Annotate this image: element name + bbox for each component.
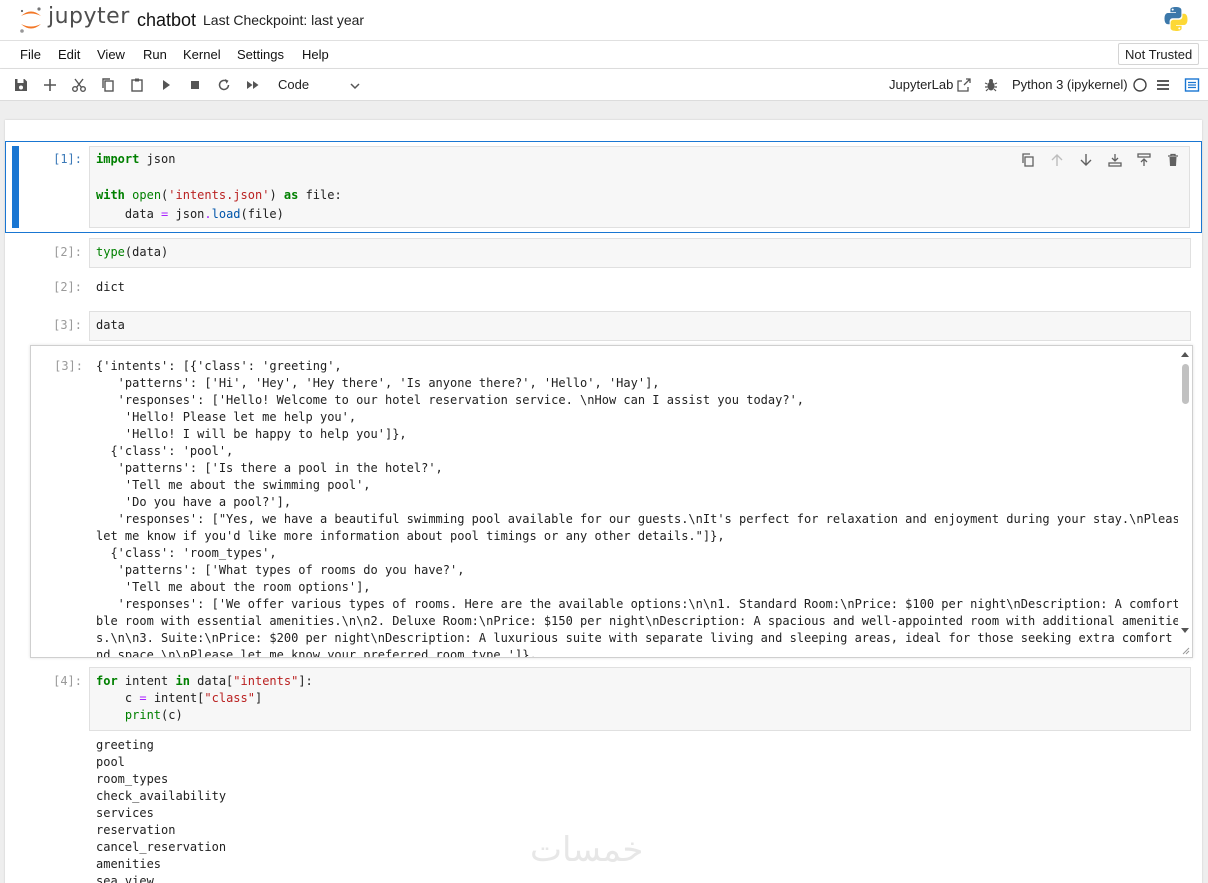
code-line: import json	[96, 152, 176, 166]
menu-bar: File Edit View Run Kernel Settings Help …	[0, 41, 1208, 69]
bug-debugger-icon[interactable]	[982, 76, 1000, 94]
scrolled-output-area[interactable]: [3]: {'intents': [{'class': 'greeting', …	[30, 345, 1193, 658]
add-cell-icon[interactable]	[41, 76, 59, 94]
jupyter-logo-icon[interactable]	[18, 5, 44, 35]
output-line: 'responses': ['Hello! Welcome to our hot…	[96, 393, 805, 407]
code-line: data	[96, 318, 125, 332]
output-line: 'responses': ['We offer various types of…	[96, 597, 1187, 611]
kernel-name[interactable]: Python 3 (ipykernel)	[1012, 77, 1128, 92]
print-output-text: greeting pool room_types check_availability…	[96, 737, 226, 883]
output-prompt: [3]:	[54, 359, 83, 373]
scroll-thumb[interactable]	[1182, 364, 1189, 404]
code-line: for intent in data["intents"]:	[96, 674, 313, 688]
output-line: cancel_reservation	[96, 840, 227, 854]
code-line: print(c)	[124, 708, 183, 722]
output-line: 'responses': ["Yes, we have a beautiful …	[96, 512, 1187, 526]
output-line: nd space.\n\nPlease let me know your pre…	[96, 648, 537, 658]
output-line: services	[96, 806, 154, 820]
output-line: 'Do you have a pool?'],	[96, 495, 292, 509]
input-prompt: [3]:	[53, 318, 82, 332]
notebook-title[interactable]: chatbot	[137, 10, 196, 31]
notebook-toolbar: Code JupyterLab Python 3 (ipykernel)	[0, 69, 1208, 101]
save-icon[interactable]	[12, 76, 30, 94]
insert-above-icon[interactable]	[1107, 152, 1123, 168]
restart-icon[interactable]	[215, 76, 233, 94]
code-line: with open('intents.json') as file:	[96, 188, 342, 202]
menu-run[interactable]: Run	[143, 47, 167, 62]
move-down-icon[interactable]	[1078, 152, 1094, 168]
output-line: ble room with essential amenities.\n\n2.…	[96, 614, 1180, 628]
output-line: pool	[96, 755, 125, 769]
menu-help[interactable]: Help	[302, 47, 329, 62]
cell-type-select[interactable]: Code	[278, 77, 309, 92]
input-prompt: [2]:	[53, 245, 82, 259]
resize-handle-icon[interactable]	[1181, 646, 1190, 655]
jupyter-logo-text: jupyter	[48, 4, 130, 29]
input-prompt: [4]:	[53, 674, 82, 688]
output-line: 'patterns': ['Hi', 'Hey', 'Hey there', '…	[96, 376, 660, 390]
menu-edit[interactable]: Edit	[58, 47, 80, 62]
kernel-status-icon	[1131, 76, 1149, 94]
checkpoint-status: Last Checkpoint: last year	[203, 12, 365, 28]
menu-kernel[interactable]: Kernel	[183, 47, 221, 62]
output-scrollbar[interactable]	[1178, 346, 1192, 657]
watermark-logo: خمسات	[530, 830, 644, 870]
code-cell-input[interactable]	[89, 311, 1191, 341]
output-line: {'intents': [{'class': 'greeting',	[96, 359, 342, 373]
output-line: s.\n\n3. Suite:\nPrice: $200 per night\n…	[96, 631, 1187, 645]
code-line: data = json.load(file)	[96, 207, 284, 221]
output-line: greeting	[96, 738, 154, 752]
menu-settings[interactable]: Settings	[237, 47, 284, 62]
copy-icon[interactable]	[99, 76, 117, 94]
output-prompt: [2]:	[53, 280, 82, 294]
output-line: amenities	[96, 857, 162, 871]
output-line: 'Hello! I will be happy to help you']},	[96, 427, 407, 441]
paste-icon[interactable]	[128, 76, 146, 94]
output-line: 'patterns': ['What types of rooms do you…	[96, 563, 465, 577]
output-line: {'class': 'pool',	[96, 444, 234, 458]
output-line: reservation	[96, 823, 176, 837]
chevron-down-icon[interactable]	[349, 79, 361, 91]
code-line: type(data)	[96, 245, 169, 259]
trust-status-button[interactable]: Not Trusted	[1118, 43, 1200, 65]
active-cell-indicator[interactable]	[12, 146, 19, 228]
menu-lines-icon[interactable]	[1154, 76, 1172, 94]
insert-below-icon[interactable]	[1136, 152, 1152, 168]
code-line: c = intent["class"]	[96, 691, 263, 705]
cell-toolbar	[1020, 152, 1185, 170]
output-line: 'Tell me about the room options'],	[96, 580, 371, 594]
cell-output: dict	[96, 280, 125, 294]
menu-file[interactable]: File	[20, 47, 41, 62]
scroll-down-icon[interactable]	[1180, 627, 1190, 635]
run-icon[interactable]	[157, 76, 175, 94]
python-logo-icon	[1163, 6, 1189, 32]
delete-cell-icon[interactable]	[1165, 152, 1181, 168]
jupyterlab-link[interactable]: JupyterLab	[889, 77, 953, 92]
output-line: room_types	[96, 772, 169, 786]
output-line: check_availability	[96, 789, 227, 803]
external-link-icon[interactable]	[955, 76, 973, 94]
code-cell-input[interactable]	[89, 238, 1191, 268]
fast-forward-icon[interactable]	[244, 76, 262, 94]
dict-output-text: {'intents': [{'class': 'greeting', 'patt…	[96, 358, 1187, 658]
stop-icon[interactable]	[186, 76, 204, 94]
input-prompt: [1]:	[53, 152, 82, 166]
output-line: let me know if you'd like more informati…	[96, 529, 725, 543]
output-line: 'Tell me about the swimming pool',	[96, 478, 371, 492]
menu-view[interactable]: View	[97, 47, 125, 62]
output-line: sea_view	[96, 874, 154, 883]
output-line: 'Hello! Please let me help you',	[96, 410, 357, 424]
output-line: {'class': 'room_types',	[96, 546, 277, 560]
cut-icon[interactable]	[70, 76, 88, 94]
duplicate-cell-icon[interactable]	[1020, 152, 1036, 168]
top-bar: jupyter chatbot Last Checkpoint: last ye…	[0, 0, 1208, 41]
scroll-up-icon[interactable]	[1180, 350, 1190, 358]
move-up-icon[interactable]	[1049, 152, 1065, 168]
output-line: 'patterns': ['Is there a pool in the hot…	[96, 461, 443, 475]
property-inspector-icon[interactable]	[1183, 76, 1201, 94]
